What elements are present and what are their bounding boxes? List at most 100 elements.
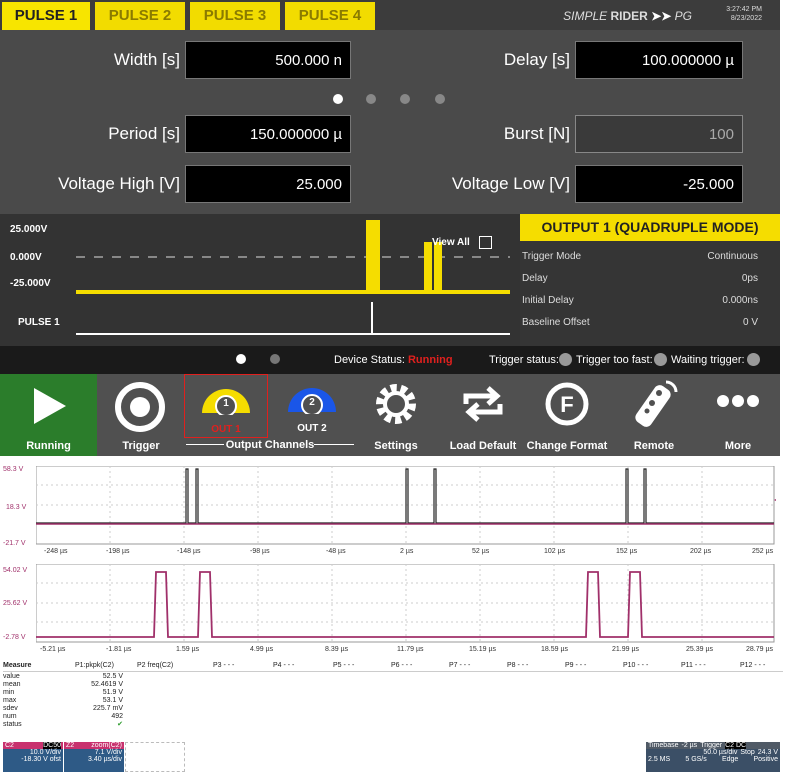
- measure-val: 52.5 V: [102, 673, 123, 680]
- tab-pulse-2[interactable]: PULSE 2: [95, 2, 185, 30]
- format-icon: F: [545, 382, 589, 426]
- measure-col-header[interactable]: P8 - - -: [507, 662, 528, 669]
- burst-field[interactable]: 100: [575, 115, 743, 153]
- out1-gauge-icon: [202, 389, 250, 415]
- play-icon: [34, 388, 66, 424]
- bottom-x-tick: 4.99 µs: [250, 646, 274, 653]
- out1-label: OUT 1: [211, 424, 241, 435]
- measure-key: min: [3, 689, 15, 696]
- output-info-panel: OUTPUT 1 (QUADRUPLE MODE) Trigger Mode Co…: [520, 214, 780, 346]
- channel-c2-title: C2: [5, 742, 14, 749]
- bottom-x-tick: 25.39 µs: [686, 646, 713, 653]
- remote-icon: [635, 380, 678, 427]
- tab-pulse-4[interactable]: PULSE 4: [285, 2, 375, 30]
- measure-header: Measure: [3, 662, 32, 669]
- more-label: More: [724, 440, 752, 452]
- measure-col-header[interactable]: P3 - - -: [213, 662, 234, 669]
- measure-val: 225.7 mV: [93, 705, 123, 712]
- delay-field[interactable]: 100.000000 µ: [575, 41, 743, 79]
- timebase-box[interactable]: Timebase -2 µs Trigger C2 DC 50.0 µs/div Sto…: [646, 742, 780, 772]
- view-all-checkbox[interactable]: [479, 236, 492, 249]
- channel-c2-offset: -18.30 V ofst: [21, 756, 61, 763]
- page-dot-2[interactable]: [366, 94, 376, 104]
- tab-pulse-1[interactable]: PULSE 1: [2, 2, 90, 30]
- measure-header-row: Measure P1:pkpk(C2) P2 freq(C2) P3 - - -…: [3, 662, 783, 672]
- target-icon: [115, 382, 165, 432]
- baseline-offset-row: Baseline Offset 0 V: [522, 317, 758, 328]
- page-dot-3[interactable]: [400, 94, 410, 104]
- measure-row-status: status ✔: [3, 721, 123, 729]
- voltage-low-field[interactable]: -25.000: [575, 165, 743, 203]
- page-dot-4[interactable]: [435, 94, 445, 104]
- initial-delay-value: 0.000ns: [722, 295, 758, 306]
- voltage-high-field[interactable]: 25.000: [185, 165, 351, 203]
- top-x-tick: 52 µs: [472, 548, 490, 555]
- page-dot-1[interactable]: [333, 94, 343, 104]
- measure-col-header[interactable]: P9 - - -: [565, 662, 586, 669]
- measure-row-mean: mean 52.4619 V: [3, 681, 123, 689]
- measure-col-header[interactable]: P2 freq(C2): [137, 662, 173, 669]
- measure-val: 53.1 V: [102, 697, 123, 704]
- zoom-z2-box[interactable]: Z2 zoom(C2) 7.1 V/div 3.40 µs/div: [64, 742, 124, 772]
- top-y-label-2: 18.3 V: [6, 504, 27, 511]
- measure-col-header[interactable]: P12 - - -: [740, 662, 765, 669]
- top-x-tick: -248 µs: [44, 548, 68, 555]
- trigger-label: Trigger: [700, 742, 723, 749]
- top-x-tick: 2 µs: [400, 548, 414, 555]
- trigger-tags: C2 DC: [725, 742, 747, 749]
- measure-col-header[interactable]: P5 - - -: [333, 662, 354, 669]
- out2-button[interactable]: 2 OUT 2: [270, 374, 354, 438]
- status-check-icon: ✔: [117, 721, 123, 728]
- bottom-y-label-1: 54.02 V: [3, 567, 28, 574]
- more-button[interactable]: More: [696, 374, 780, 456]
- timebase-div: 50.0 µs/div: [703, 749, 738, 756]
- channel-c2-scale: 10.0 V/div: [29, 749, 61, 756]
- top-x-tick: -48 µs: [326, 548, 346, 555]
- status-bar: Device Status: Running Trigger status: T…: [0, 346, 780, 374]
- measure-col-header[interactable]: P4 - - -: [273, 662, 294, 669]
- bottom-x-tick: 8.39 µs: [325, 646, 349, 653]
- remote-button[interactable]: Remote: [612, 374, 696, 456]
- empty-channel-slot: [125, 742, 185, 772]
- tab-pulse-3[interactable]: PULSE 3: [190, 2, 280, 30]
- bottom-x-tick: 11.79 µs: [397, 646, 424, 653]
- trigger-mode-value: Continuous: [707, 251, 758, 262]
- running-button[interactable]: Running: [0, 374, 97, 456]
- change-format-button[interactable]: F Change Format: [526, 374, 608, 456]
- status-dot-2[interactable]: [270, 354, 280, 364]
- status-dot-1[interactable]: [236, 354, 246, 364]
- timebase-value: -2 µs: [681, 742, 698, 749]
- channel-c2-box[interactable]: C2 DC50 10.0 V/div -18.30 V ofst: [3, 742, 63, 772]
- measure-col-header[interactable]: P10 - - -: [623, 662, 648, 669]
- load-default-button[interactable]: Load Default: [440, 374, 526, 456]
- measure-col-header[interactable]: P6 - - -: [391, 662, 412, 669]
- top-x-tick: -148 µs: [177, 548, 201, 555]
- out1-button[interactable]: 1 OUT 1: [184, 374, 268, 438]
- measure-col-header[interactable]: P11 - - -: [681, 662, 706, 669]
- top-trace-plot: [36, 466, 776, 545]
- width-field[interactable]: 500.000 n: [185, 41, 351, 79]
- top-x-tick: 102 µs: [544, 548, 566, 555]
- device-status-label: Device Status:: [334, 354, 405, 366]
- too-fast-indicator: [654, 353, 667, 366]
- trigger-status-indicator: [559, 353, 572, 366]
- trigger-button[interactable]: Trigger: [100, 374, 182, 456]
- period-field[interactable]: 150.000000 µ: [185, 115, 351, 153]
- gear-icon: [376, 384, 416, 424]
- trigger-status-label: Trigger status:: [489, 354, 559, 366]
- zoom-z2-tag: zoom(C2): [91, 742, 122, 749]
- top-x-axis: -248 µs -198 µs -148 µs -98 µs -48 µs 2 …: [0, 548, 790, 558]
- measure-col-header[interactable]: P1:pkpk(C2): [75, 662, 114, 669]
- initial-delay-key: Initial Delay: [522, 295, 574, 306]
- zoom-z2-time: 3.40 µs/div: [88, 756, 122, 763]
- settings-button[interactable]: Settings: [356, 374, 436, 456]
- measure-key: max: [3, 697, 17, 704]
- top-x-tick: 252 µs: [752, 548, 774, 555]
- top-x-tick: -198 µs: [106, 548, 130, 555]
- delay-key: Delay: [522, 273, 548, 284]
- bottom-x-tick: 21.99 µs: [612, 646, 639, 653]
- channel-c2-tag: DC50: [43, 742, 61, 749]
- brand-logo: SIMPLE RIDER ➤➤ PG: [563, 9, 692, 23]
- output-header: OUTPUT 1 (QUADRUPLE MODE): [520, 214, 780, 241]
- measure-col-header[interactable]: P7 - - -: [449, 662, 470, 669]
